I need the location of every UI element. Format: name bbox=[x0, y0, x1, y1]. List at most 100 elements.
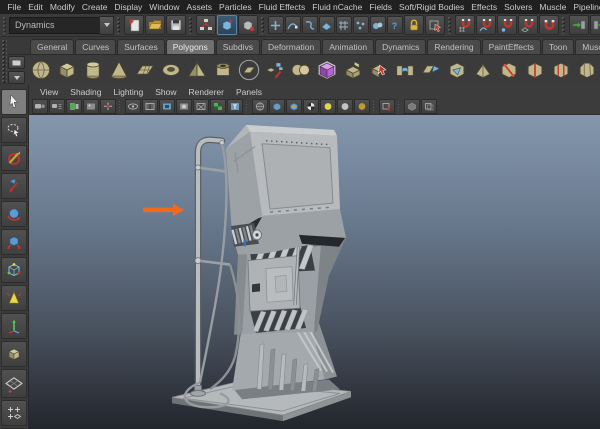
shelf-tab-subdivs[interactable]: Subdivs bbox=[215, 39, 260, 54]
use-default-material-button[interactable] bbox=[302, 98, 319, 114]
film-gate-button[interactable] bbox=[124, 98, 141, 114]
shelf-tab-curves[interactable]: Curves bbox=[75, 39, 117, 54]
mask-lattices-button[interactable] bbox=[335, 16, 352, 34]
menu-window[interactable]: Window bbox=[146, 2, 183, 12]
bookmarks-button[interactable] bbox=[65, 98, 82, 114]
shelf-tab-polygons[interactable]: Polygons bbox=[165, 39, 215, 54]
lasso-tool-button[interactable] bbox=[1, 117, 27, 143]
shelf-tab-painteffects[interactable]: PaintEffects bbox=[481, 39, 541, 54]
shelf-offset-edge-loop-button[interactable] bbox=[548, 57, 574, 83]
shelf-append-polygon-button[interactable] bbox=[418, 57, 444, 83]
isolate-select-button[interactable] bbox=[378, 98, 395, 114]
safe-title-button[interactable] bbox=[209, 98, 226, 114]
xray-button[interactable] bbox=[403, 98, 420, 114]
shelf-poly-pyramid-button[interactable] bbox=[184, 57, 210, 83]
smooth-shade-button[interactable] bbox=[268, 98, 285, 114]
menu-fields[interactable]: Fields bbox=[366, 2, 396, 12]
mask-surfaces-button[interactable] bbox=[301, 16, 318, 34]
wireframe-button[interactable] bbox=[251, 98, 268, 114]
shelf-booleans-button[interactable] bbox=[288, 57, 314, 83]
shelf-bridge-button[interactable] bbox=[392, 57, 418, 83]
menu-effects[interactable]: Effects bbox=[468, 2, 501, 12]
snap-plane-button[interactable] bbox=[517, 15, 538, 35]
open-scene-button[interactable] bbox=[144, 15, 165, 35]
menu-particles[interactable]: Particles bbox=[216, 2, 256, 12]
menu-pipeline-cache[interactable]: Pipeline Cache bbox=[570, 2, 600, 12]
status-grip[interactable] bbox=[260, 16, 265, 34]
mask-dynamics-button[interactable] bbox=[352, 16, 369, 34]
mask-curves-button[interactable] bbox=[284, 16, 301, 34]
mask-planes-button[interactable] bbox=[318, 16, 335, 34]
lock-selection-button[interactable] bbox=[403, 15, 424, 35]
shelf-tab-animation[interactable]: Animation bbox=[322, 39, 375, 54]
menu-soft-rigid-bodies[interactable]: Soft/Rigid Bodies bbox=[396, 2, 468, 12]
shelf-extrude-edge-button[interactable] bbox=[366, 57, 392, 83]
scale-tool-button[interactable] bbox=[1, 229, 27, 255]
shelf-poly-cone-button[interactable] bbox=[106, 57, 132, 83]
menu-modify[interactable]: Modify bbox=[46, 2, 78, 12]
new-scene-button[interactable] bbox=[123, 15, 144, 35]
no-lights-button[interactable] bbox=[353, 98, 370, 114]
show-manipulator-tool-button[interactable] bbox=[1, 313, 27, 339]
universal-manipulator-button[interactable] bbox=[1, 257, 27, 283]
soft-modification-tool-button[interactable] bbox=[1, 285, 27, 311]
field-chart-button[interactable] bbox=[175, 98, 192, 114]
shelf-tab-general[interactable]: General bbox=[30, 39, 75, 54]
shelf-tab-selector-button[interactable] bbox=[8, 71, 25, 84]
selected-lights-button[interactable] bbox=[336, 98, 353, 114]
shelf-poke-face-button[interactable] bbox=[444, 57, 470, 83]
shelf-poly-plane-button[interactable] bbox=[132, 57, 158, 83]
menu-set-dropdown-arrow[interactable] bbox=[99, 15, 114, 35]
shelf-poly-torus-button[interactable] bbox=[158, 57, 184, 83]
menu-fluid-effects[interactable]: Fluid Effects bbox=[255, 2, 309, 12]
snap-curve-button[interactable] bbox=[475, 15, 496, 35]
menu-display[interactable]: Display bbox=[111, 2, 146, 12]
menu-muscle[interactable]: Muscle bbox=[536, 2, 570, 12]
shelf-insert-edge-loop-button[interactable] bbox=[522, 57, 548, 83]
snap-grid-button[interactable] bbox=[454, 15, 475, 35]
shelf-poly-pipe-button[interactable] bbox=[210, 57, 236, 83]
shelf-tab-dynamics[interactable]: Dynamics bbox=[375, 39, 427, 54]
heads-up-display-button[interactable]: T bbox=[226, 98, 243, 114]
shelf-extrude-button[interactable] bbox=[340, 57, 366, 83]
two-d-pan-zoom-button[interactable] bbox=[99, 98, 116, 114]
shelf-menu-button[interactable] bbox=[8, 56, 25, 69]
perspective-viewport[interactable] bbox=[29, 115, 600, 429]
mask-help-button[interactable]: ? bbox=[386, 16, 403, 34]
image-plane-button[interactable] bbox=[82, 98, 99, 114]
shelf-poly-platonic-button[interactable] bbox=[236, 57, 262, 83]
menu-solvers[interactable]: Solvers bbox=[501, 2, 536, 12]
layout-four-view-button[interactable] bbox=[1, 400, 27, 426]
snap-point-button[interactable] bbox=[496, 15, 517, 35]
select-object-button[interactable] bbox=[216, 15, 237, 35]
make-live-button[interactable] bbox=[538, 15, 559, 35]
all-lights-button[interactable] bbox=[319, 98, 336, 114]
menu-set-dropdown[interactable]: Dynamics bbox=[9, 16, 99, 34]
menu-fluid-ncache[interactable]: Fluid nCache bbox=[309, 2, 366, 12]
panel-menu-lighting[interactable]: Lighting bbox=[107, 87, 149, 97]
select-tool-button[interactable] bbox=[1, 89, 27, 115]
move-tool-button[interactable] bbox=[1, 173, 27, 199]
shelf-combine-button[interactable] bbox=[262, 57, 288, 83]
shelf-poly-cube-button[interactable] bbox=[54, 57, 80, 83]
rotate-tool-button[interactable] bbox=[1, 201, 27, 227]
mask-handles-button[interactable] bbox=[267, 16, 284, 34]
shelf-multi-cut-button[interactable] bbox=[496, 57, 522, 83]
select-camera-button[interactable] bbox=[31, 98, 48, 114]
gate-mask-button[interactable] bbox=[158, 98, 175, 114]
menu-create[interactable]: Create bbox=[78, 2, 111, 12]
shelf-bevel-button[interactable] bbox=[574, 57, 600, 83]
output-connections-button[interactable] bbox=[589, 15, 600, 35]
highlight-selection-button[interactable] bbox=[424, 15, 445, 35]
resolution-gate-button[interactable] bbox=[141, 98, 158, 114]
status-grip[interactable] bbox=[2, 16, 7, 34]
shelf-smooth-button[interactable] bbox=[314, 57, 340, 83]
menu-assets[interactable]: Assets bbox=[183, 2, 216, 12]
panel-menu-show[interactable]: Show bbox=[149, 87, 182, 97]
select-hierarchy-button[interactable] bbox=[195, 15, 216, 35]
shelf-tab-rendering[interactable]: Rendering bbox=[427, 39, 481, 54]
textured-button[interactable] bbox=[285, 98, 302, 114]
backface-culling-button[interactable] bbox=[420, 98, 437, 114]
camera-attributes-button[interactable] bbox=[48, 98, 65, 114]
machine-model[interactable] bbox=[171, 124, 352, 422]
